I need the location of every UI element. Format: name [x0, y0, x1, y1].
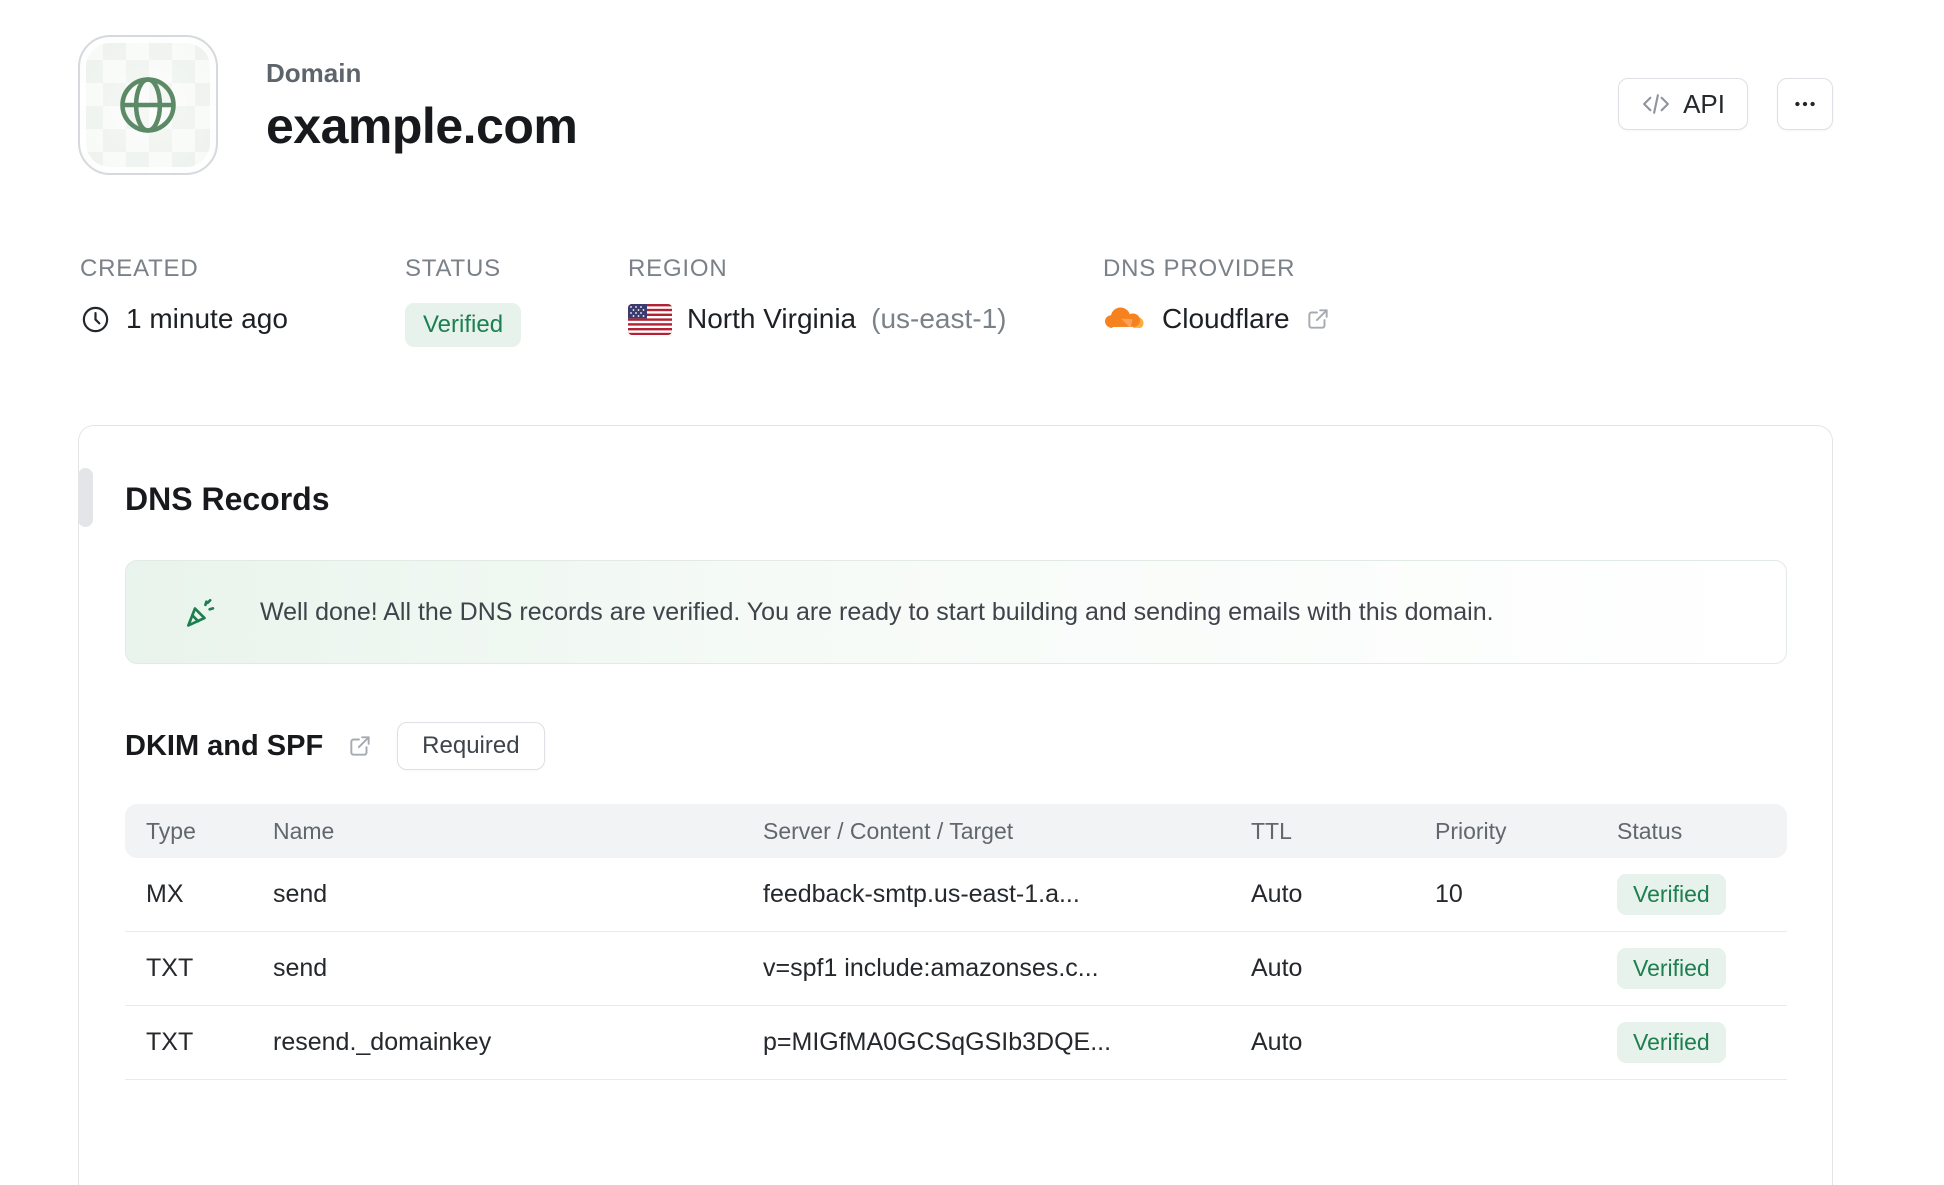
dkim-spf-title: DKIM and SPF	[125, 729, 324, 762]
external-link-icon[interactable]	[347, 733, 373, 759]
cell-status: Verified	[1617, 948, 1787, 989]
page-title: example.com	[266, 98, 578, 154]
cloudflare-icon	[1103, 305, 1147, 333]
status-badge: Verified	[1617, 874, 1726, 915]
cell-type: MX	[146, 880, 184, 908]
table-row[interactable]: MX send feedback-smtp.us-east-1.a... Aut…	[125, 858, 1787, 932]
clock-icon	[80, 304, 111, 335]
banner-message: Well done! All the DNS records are verif…	[260, 597, 1494, 626]
col-content: Server / Content / Target	[763, 817, 1014, 844]
dns-records-title: DNS Records	[125, 481, 330, 517]
success-banner: Well done! All the DNS records are verif…	[125, 560, 1787, 664]
ellipsis-icon	[1795, 101, 1815, 107]
region-code: (us-east-1)	[871, 303, 1007, 334]
status-badge: Verified	[1617, 1022, 1726, 1063]
created-label: CREATED	[80, 255, 199, 282]
cell-priority: 10	[1435, 880, 1463, 908]
page-subtitle: Domain	[266, 58, 362, 88]
status-label: STATUS	[405, 255, 501, 282]
domain-avatar	[78, 35, 218, 175]
cell-content: p=MIGfMA0GCSqGSIb3DQE...	[763, 1028, 1112, 1056]
col-priority: Priority	[1435, 817, 1507, 844]
cell-status: Verified	[1617, 1022, 1787, 1063]
external-link-icon[interactable]	[1305, 306, 1331, 332]
table-row[interactable]: TXT send v=spf1 include:amazonses.c... A…	[125, 932, 1787, 1006]
scroll-indicator[interactable]	[78, 468, 93, 527]
api-button[interactable]: API	[1618, 78, 1748, 130]
table-row[interactable]: TXT resend._domainkey p=MIGfMA0GCSqGSIb3…	[125, 1006, 1787, 1080]
status-badge: Verified	[405, 303, 522, 347]
table-body: MX send feedback-smtp.us-east-1.a... Aut…	[125, 858, 1787, 1080]
region-name: North Virginia	[687, 303, 857, 334]
dns-records-card: DNS Records Well done! All the DNS recor…	[78, 425, 1833, 1185]
cell-ttl: Auto	[1251, 880, 1303, 908]
col-ttl: TTL	[1251, 817, 1292, 844]
cell-type: TXT	[146, 1028, 194, 1056]
col-name: Name	[273, 817, 335, 844]
more-options-button[interactable]	[1777, 78, 1833, 130]
cell-content: feedback-smtp.us-east-1.a...	[763, 880, 1080, 908]
col-type: Type	[146, 817, 196, 844]
api-button-label: API	[1683, 88, 1725, 119]
required-badge: Required	[397, 722, 545, 770]
domain-detail-page: Domain example.com API CREATED 1 minute …	[0, 0, 1944, 1185]
cell-status: Verified	[1617, 874, 1787, 915]
status-badge: Verified	[1617, 948, 1726, 989]
cell-name: resend._domainkey	[273, 1028, 492, 1056]
cell-ttl: Auto	[1251, 1028, 1303, 1056]
globe-icon	[120, 77, 176, 133]
dns-table: Type Name Server / Content / Target TTL …	[125, 804, 1787, 1080]
dns-provider-value: Cloudflare	[1162, 303, 1290, 334]
code-icon	[1641, 89, 1671, 119]
col-status: Status	[1617, 817, 1683, 844]
region-label: REGION	[628, 255, 728, 282]
cell-content: v=spf1 include:amazonses.c...	[763, 954, 1099, 982]
created-value: 1 minute ago	[126, 303, 288, 334]
cell-type: TXT	[146, 954, 194, 982]
cell-name: send	[273, 954, 328, 982]
us-flag-icon	[628, 303, 672, 335]
cell-ttl: Auto	[1251, 954, 1303, 982]
cell-name: send	[273, 880, 328, 908]
dns-provider-label: DNS PROVIDER	[1103, 255, 1296, 282]
party-popper-icon	[186, 598, 215, 627]
table-header-row: Type Name Server / Content / Target TTL …	[125, 804, 1787, 858]
